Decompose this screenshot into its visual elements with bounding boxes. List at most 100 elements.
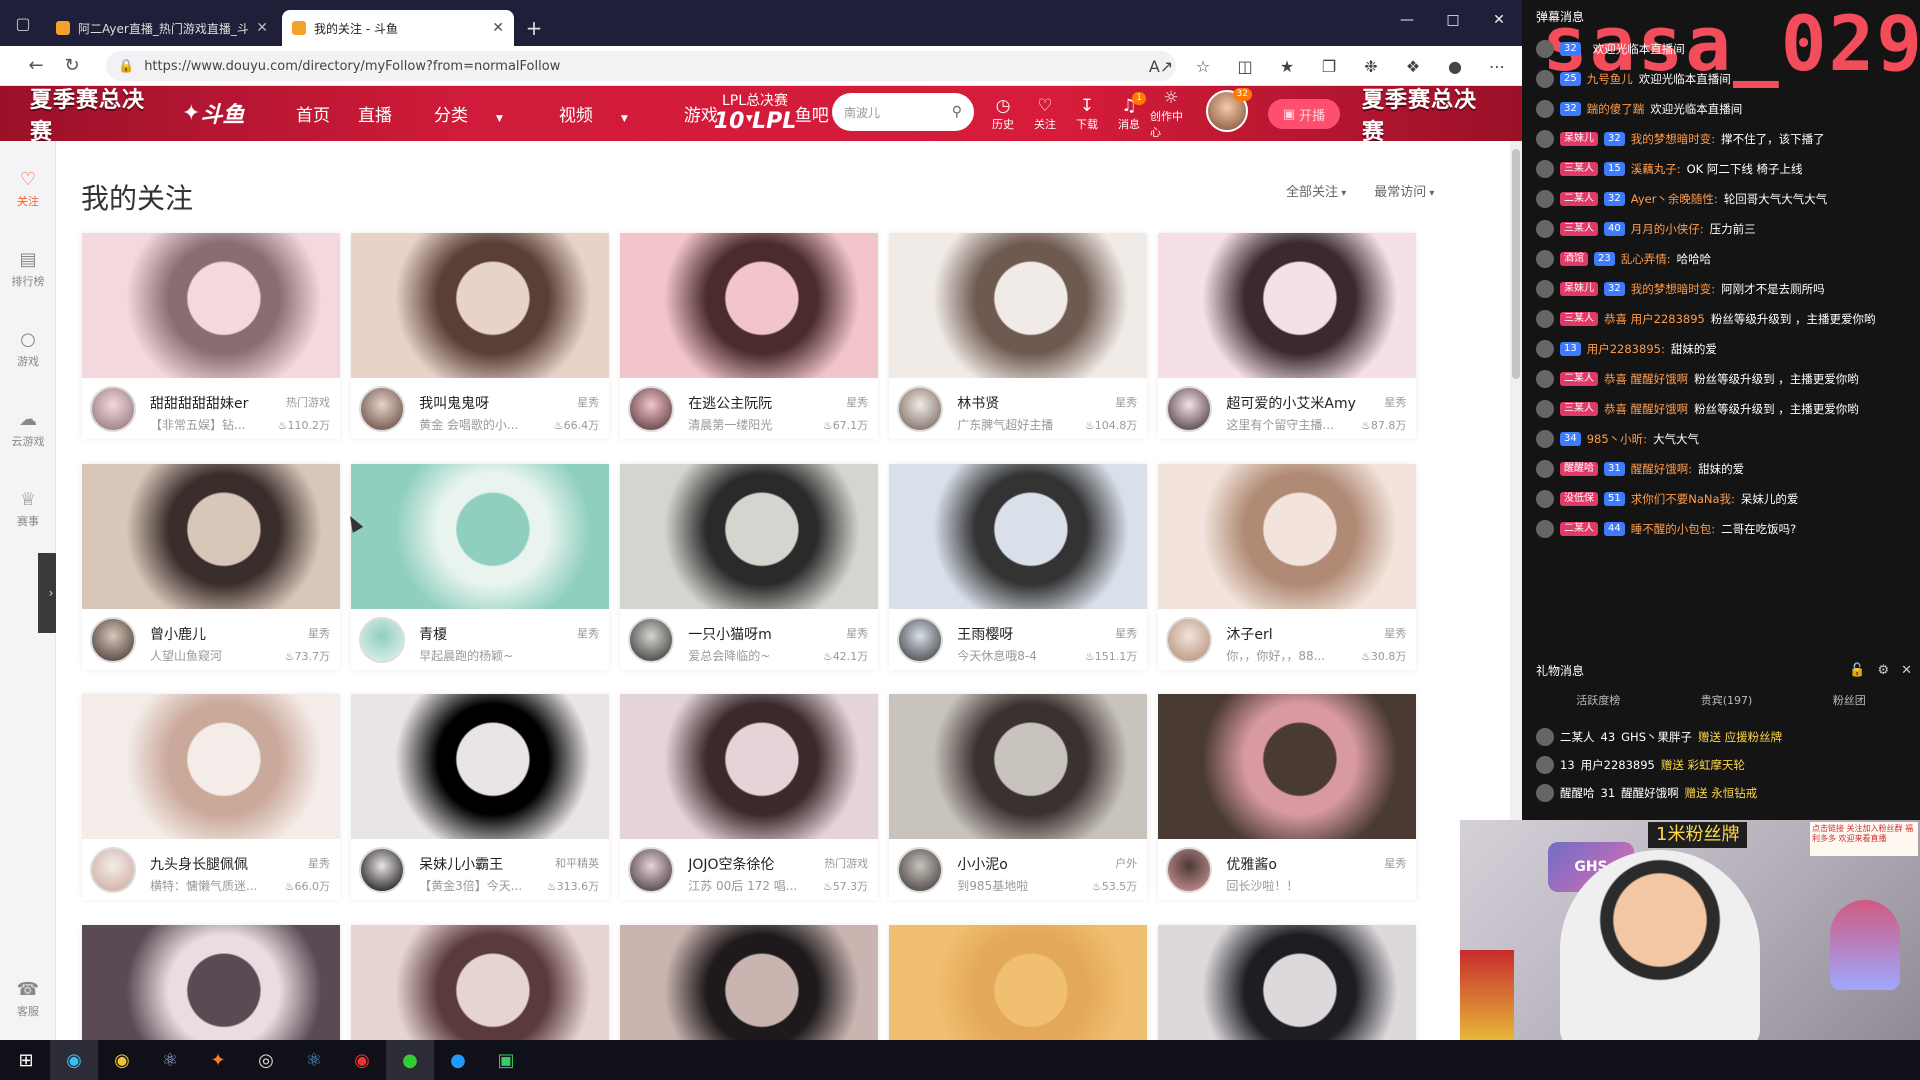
category-tag[interactable]: 热门游戏 (824, 855, 868, 871)
stream-thumbnail[interactable] (82, 463, 340, 609)
rail-support[interactable]: ☎ 客服 (0, 971, 56, 1027)
rail-follow[interactable]: ♡ 关注 (0, 161, 56, 217)
stream-thumbnail[interactable] (620, 463, 879, 609)
category-tag[interactable]: 星秀 (1384, 394, 1406, 410)
windows-start-icon[interactable]: ⊞ (2, 1040, 50, 1080)
follow-card[interactable] (82, 924, 340, 1040)
messages-button[interactable]: ♫ 消息 1 (1108, 90, 1150, 138)
streamer-name[interactable]: 我叫鬼鬼呀 (419, 393, 549, 413)
stream-thumbnail[interactable] (889, 233, 1148, 378)
follow-card[interactable] (889, 924, 1148, 1040)
stream-thumbnail[interactable] (351, 463, 610, 609)
avatar[interactable] (359, 847, 406, 894)
scrollbar-thumb[interactable] (1512, 149, 1520, 379)
avatar[interactable] (359, 616, 406, 663)
settings-icon[interactable]: ⚙ (1877, 663, 1889, 678)
avatar[interactable] (90, 847, 136, 894)
streamer-name[interactable]: 沐子erl (1226, 624, 1356, 644)
streamer-name[interactable]: 甜甜甜甜甜妹er (150, 393, 280, 413)
category-tag[interactable]: 户外 (1115, 855, 1137, 871)
avatar[interactable] (897, 616, 944, 663)
chat-username[interactable]: Ayer丶余晚随性: (1631, 190, 1718, 208)
chat-username[interactable]: 求你们不要NaNa我: (1631, 490, 1735, 508)
new-tab-icon[interactable]: + (518, 10, 550, 46)
category-tag[interactable]: 星秀 (1115, 625, 1137, 641)
follow-card[interactable]: 甜甜甜甜甜妹er 热门游戏【非常五娱】钻... 110.2万 (82, 233, 340, 439)
follow-card[interactable]: 在逃公主阮阮 星秀清晨第一缕阳光 67.1万 (620, 233, 879, 439)
streamer-name[interactable]: 青榎 (419, 624, 549, 644)
stream-thumbnail[interactable] (620, 694, 879, 840)
follow-card[interactable]: 王雨樱呀 星秀今天休息哦8-4 151.1万 (889, 463, 1148, 670)
close-icon[interactable]: ✕ (1901, 663, 1912, 678)
stream-thumbnail[interactable] (620, 924, 879, 1040)
search-box[interactable]: 南波儿 ⚲ (832, 93, 974, 131)
avatar[interactable] (897, 386, 944, 432)
tab-activity-rank[interactable]: 活跃度榜 (1576, 692, 1620, 708)
favorites-icon[interactable]: ★ (1268, 52, 1306, 80)
follow-card[interactable]: 沐子erl 星秀你，，你好，，88... 30.8万 (1158, 463, 1417, 670)
stream-thumbnail[interactable] (889, 694, 1148, 840)
chrome-icon[interactable]: ◉ (98, 1040, 146, 1080)
minimize-icon[interactable]: — (1384, 0, 1430, 40)
profile-icon[interactable]: ● (1436, 52, 1474, 80)
stream-thumbnail[interactable] (1158, 694, 1417, 840)
follow-card[interactable]: 优雅酱o 星秀 回长沙啦！！ (1158, 694, 1417, 901)
stream-thumbnail[interactable] (889, 924, 1148, 1040)
lock-icon[interactable]: 🔓 (1849, 663, 1865, 678)
summer-finals-logo-right[interactable]: 夏季赛总决赛 (1362, 88, 1492, 145)
back-icon[interactable]: ← (18, 48, 54, 84)
history-button[interactable]: ◷ 历史 (982, 90, 1024, 138)
avatar[interactable] (628, 386, 675, 432)
chat-username[interactable]: 醒醒好饿啊: (1631, 460, 1692, 478)
copilot-icon[interactable]: ❖ (1394, 52, 1432, 80)
follow-card[interactable] (620, 924, 879, 1040)
follow-card[interactable]: 林书贤 星秀广东脾气超好主播 104.8万 (889, 233, 1148, 439)
category-tag[interactable]: 星秀 (846, 625, 868, 641)
chat-username[interactable]: 踹的傻了踹 (1587, 100, 1645, 118)
tab-fan-club[interactable]: 粉丝团 (1833, 692, 1866, 708)
chat-username[interactable]: 我的梦想暗时变: (1631, 280, 1715, 298)
go-live-button[interactable]: ▣ 开播 (1268, 99, 1340, 129)
stream-thumbnail[interactable] (620, 233, 879, 378)
chat-username[interactable]: 九号鱼儿 (1587, 70, 1633, 88)
search-icon[interactable]: ⚲ (952, 104, 962, 120)
rail-esports[interactable]: ♕ 赛事 (0, 481, 56, 537)
chat-username[interactable]: 恭喜 醒醒好饿啊 (1604, 370, 1688, 388)
follow-card[interactable]: 曾小鹿儿 星秀人望山鱼窥河 73.7万 (82, 463, 340, 670)
streamer-name[interactable]: 在逃公主阮阮 (688, 393, 818, 413)
avatar[interactable] (1166, 847, 1213, 894)
chat-username[interactable]: 睡不醒的小包包: (1631, 520, 1715, 538)
close-icon[interactable]: ✕ (492, 20, 504, 36)
category-tag[interactable]: 星秀 (308, 625, 330, 641)
streamer-name[interactable]: 曾小鹿儿 (150, 624, 280, 644)
filter-all-follow[interactable]: 全部关注 (1286, 181, 1346, 200)
category-tag[interactable]: 热门游戏 (286, 394, 330, 410)
more-icon[interactable]: ⋯ (1478, 52, 1516, 80)
favorite-star-icon[interactable]: ☆ (1184, 52, 1222, 80)
stream-thumbnail[interactable] (351, 924, 610, 1040)
follow-card[interactable]: 九头身长腿佩佩 星秀横特：慵懒气质迷... 66.0万 (82, 694, 340, 901)
creator-center-button[interactable]: ☼ 创作中心 (1150, 88, 1192, 139)
streamer-name[interactable]: 王雨樱呀 (957, 624, 1087, 644)
douyu-icon[interactable]: ✦ (194, 1040, 242, 1080)
stream-thumbnail[interactable] (1158, 463, 1417, 609)
nav-category[interactable]: 分类 ▼ (406, 101, 531, 126)
category-tag[interactable]: 星秀 (846, 394, 868, 410)
avatar[interactable] (628, 616, 675, 663)
avatar[interactable] (90, 616, 136, 663)
stream-thumbnail[interactable] (82, 233, 340, 378)
user-avatar[interactable]: 32 (1206, 88, 1252, 132)
stream-thumbnail[interactable] (351, 694, 610, 840)
stream-thumbnail[interactable] (82, 924, 340, 1040)
category-tag[interactable]: 星秀 (577, 625, 599, 641)
follow-card[interactable] (1158, 924, 1417, 1040)
obs-icon[interactable]: ◎ (242, 1040, 290, 1080)
streamer-name[interactable]: 一只小猫呀m (688, 624, 818, 644)
chat-username[interactable]: 985丶小昕: (1587, 430, 1647, 448)
tab-my-follow[interactable]: 我的关注 - 斗鱼 ✕ (282, 10, 514, 46)
category-tag[interactable]: 星秀 (577, 394, 599, 410)
follow-card[interactable]: 一只小猫呀m 星秀爱总会降临的~ 42.1万 (620, 463, 879, 670)
streamer-name[interactable]: 优雅酱o (1226, 854, 1356, 874)
avatar[interactable] (359, 386, 406, 432)
wechat-icon[interactable]: ● (386, 1040, 434, 1080)
